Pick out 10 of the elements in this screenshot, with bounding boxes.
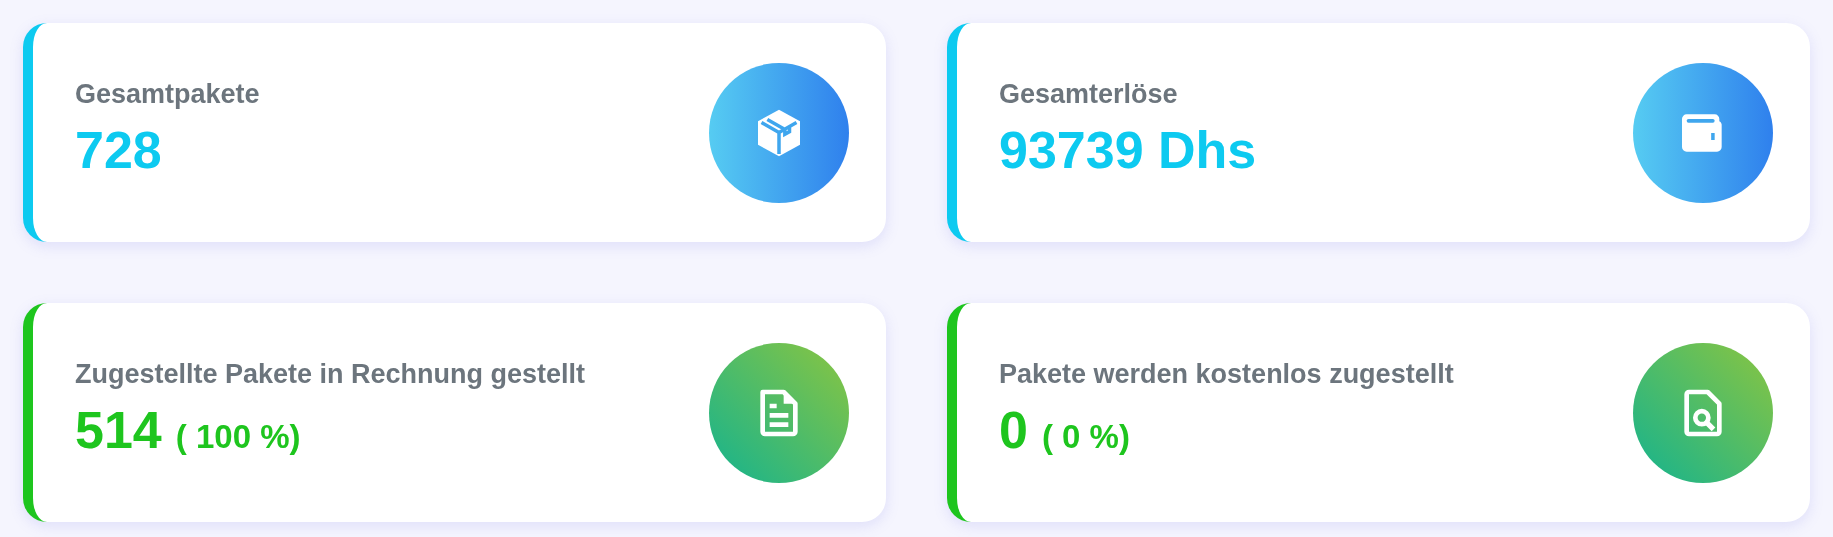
stat-value: 93739 Dhs — [999, 122, 1257, 180]
stat-value: 728 — [75, 122, 162, 180]
card-title: Gesamtpakete — [75, 79, 260, 111]
percentage: ( 0 %) — [1041, 418, 1130, 457]
card-title: Gesamterlöse — [999, 79, 1179, 111]
stat-value: 0 — [999, 402, 1028, 460]
stat-value: 514 — [75, 402, 162, 460]
card-title: Pakete werden kostenlos zugestellt — [999, 359, 1454, 391]
card-title: Zugestellte Pakete in Rechnung gestellt — [75, 359, 586, 391]
percentage: ( 100 %) — [175, 418, 301, 457]
